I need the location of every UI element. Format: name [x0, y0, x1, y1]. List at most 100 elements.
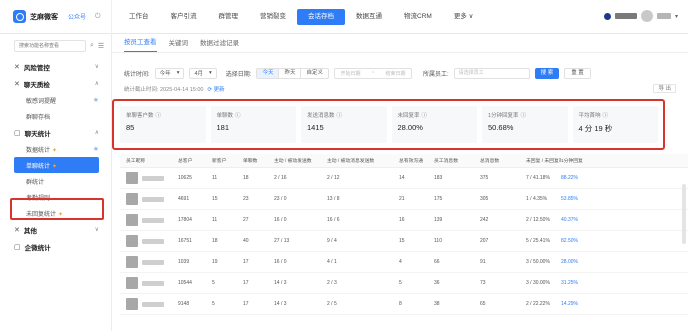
- chevron-down-icon[interactable]: ▾: [675, 13, 678, 20]
- chevron-up-icon[interactable]: ∧: [95, 129, 99, 136]
- info-icon[interactable]: ⓘ: [521, 111, 527, 119]
- date-segment-1[interactable]: 昨天: [279, 68, 302, 78]
- time-unit-select[interactable]: 今年 ▾: [154, 67, 185, 79]
- sidebar-item-2-2[interactable]: 群统计: [0, 173, 111, 189]
- employee-name: [142, 217, 164, 223]
- nav-item-2[interactable]: 群管理: [208, 9, 250, 25]
- search-button[interactable]: 搜 索: [534, 67, 560, 79]
- table-row[interactable]: 16751 18 40 27 / 13 9 / 4 15 110 207 5 / 25.41% 8…: [120, 231, 688, 252]
- table-cell: 4691: [178, 196, 190, 202]
- table-cell: 8: [399, 301, 402, 307]
- table-cell: 15: [212, 196, 218, 202]
- table-row[interactable]: 10625 11 18 2 / 16 2 / 12 14 183 375 7 / 41.18% 8…: [120, 168, 688, 189]
- table-cell: 23 / 0: [274, 196, 287, 202]
- sidebar-group-2[interactable]: ▢ 聊天统计 ∧: [0, 124, 111, 141]
- stat-label-text: 平均首响: [578, 113, 601, 119]
- account-switch[interactable]: 公众号: [68, 12, 86, 21]
- sidebar-item-1-1[interactable]: 群聊存档: [0, 108, 111, 124]
- table-cell: 3 / 30.00%: [526, 280, 550, 286]
- table-row[interactable]: 4691 15 23 23 / 0 13 / 8 21 175 305 1 / 4.35% 53.…: [120, 189, 688, 210]
- table-cell: 1039: [178, 259, 190, 265]
- nav-item-7[interactable]: 更多 ∨: [443, 9, 485, 25]
- tab-0[interactable]: 按员工查看: [124, 36, 157, 52]
- info-icon[interactable]: ⓘ: [235, 111, 241, 119]
- table-row[interactable]: 9148 5 17 14 / 3 2 / 5 8 38 65 2 / 22.22% 14.29%: [120, 294, 688, 315]
- employee-cell: [120, 172, 178, 184]
- avatar[interactable]: [640, 10, 653, 22]
- chevron-down-icon[interactable]: ∨: [95, 63, 99, 70]
- nav-item-1[interactable]: 客户引流: [160, 9, 208, 25]
- chevron-up-icon[interactable]: ∧: [95, 80, 99, 87]
- staff-select[interactable]: 请选择员工: [453, 67, 530, 79]
- info-icon[interactable]: ⓘ: [603, 111, 609, 119]
- nav-item-4[interactable]: 会话存档: [297, 8, 345, 25]
- nav-item-3[interactable]: 营销裂变: [249, 9, 297, 25]
- sidebar-item-2-0[interactable]: 数据统计 ✦ ★: [0, 141, 111, 157]
- sidebar-group-0[interactable]: ✕ 风险管控 ∨: [0, 58, 111, 75]
- column-header[interactable]: 员工昵称: [120, 157, 178, 164]
- info-icon[interactable]: ⓘ: [156, 111, 162, 119]
- sidebar-group-1[interactable]: ✕ 聊天质检 ∧: [0, 75, 111, 92]
- power-icon[interactable]: ⏻: [95, 13, 101, 21]
- date-segment-0[interactable]: 今天: [257, 68, 280, 78]
- sidebar-group-4[interactable]: ▢ 企微统计: [0, 238, 111, 255]
- table-cell: 88.22%: [561, 175, 578, 181]
- date-segment-2[interactable]: 自定义: [301, 69, 328, 78]
- date-range-picker[interactable]: 开始日期 ~ 结束日期: [334, 67, 412, 79]
- reset-button[interactable]: 重 置: [564, 67, 591, 79]
- stat-value: 1415: [307, 123, 324, 132]
- stat-value: 4 分 19 秒: [578, 124, 613, 133]
- stat-card: 发送消息数 ⓘ 1415: [301, 106, 387, 143]
- chevron-down-icon[interactable]: ∨: [95, 226, 99, 233]
- column-header[interactable]: 员工消息数: [434, 157, 480, 164]
- info-icon[interactable]: ⓘ: [422, 111, 428, 119]
- sidebar: ⌕ ☰ ✕风险管控∨✕聊天质检∧ 敏感词提醒 ★ 群聊存档▢聊天统计∧ 数据统计✦ ★ 单聊…: [0, 34, 112, 331]
- table-cell: 11: [212, 217, 218, 223]
- column-header[interactable]: 总有效沟通: [399, 157, 434, 164]
- table-cell: 11: [212, 175, 218, 181]
- nav-item-6[interactable]: 物流CRM: [393, 9, 443, 25]
- month-select[interactable]: 4月 ▾: [189, 67, 217, 79]
- search-icon[interactable]: ⌕: [90, 42, 94, 50]
- column-header[interactable]: 总客户: [178, 157, 212, 164]
- table-cell: 14 / 3: [274, 280, 287, 286]
- user-area[interactable]: ▾: [603, 10, 678, 22]
- tab-1[interactable]: 关键词: [169, 37, 189, 52]
- star-icon[interactable]: ★: [93, 145, 99, 153]
- table-row[interactable]: 10544 5 17 14 / 3 2 / 3 5 36 73 3 / 30.00% 31.25%: [120, 273, 688, 294]
- nav-item-0[interactable]: 工作台: [118, 9, 160, 25]
- sidebar-item-label: 数据统计 ✦: [26, 145, 57, 154]
- brand-name: 芝麻微客: [30, 13, 58, 21]
- sidebar-item-1-0[interactable]: 敏感词提醒 ★: [0, 92, 111, 108]
- sidebar-item-text: 敏感词提醒: [26, 98, 57, 105]
- sidebar-search-input[interactable]: [14, 40, 86, 52]
- table-cell: 40: [243, 238, 249, 244]
- table-row[interactable]: 17804 11 27 16 / 0 16 / 6 16 139 242 2 / 12.50% 4…: [120, 210, 688, 231]
- column-header[interactable]: 新客户: [212, 157, 243, 164]
- table-cell: 31.25%: [561, 280, 578, 286]
- chat-check-icon: ✕: [14, 80, 20, 88]
- table-cell: 40.37%: [561, 217, 578, 223]
- export-button[interactable]: 导 出: [653, 84, 676, 93]
- scrollbar[interactable]: [682, 184, 686, 244]
- column-header[interactable]: 单聊数: [243, 157, 274, 164]
- star-icon[interactable]: ★: [93, 96, 99, 104]
- employee-avatar: [126, 235, 138, 247]
- column-header[interactable]: 主动 / 被动发送数: [274, 157, 327, 164]
- column-header[interactable]: 未回复 / 未回复率: [526, 157, 561, 164]
- stat-value: 181: [216, 123, 230, 132]
- table-cell: 9 / 4: [327, 238, 337, 244]
- refresh-button[interactable]: ⟳ 更新: [207, 85, 224, 93]
- tab-2[interactable]: 数据过滤记录: [200, 37, 239, 52]
- nav-item-5[interactable]: 数据互通: [345, 9, 393, 25]
- column-header[interactable]: 总消息数: [480, 157, 526, 164]
- info-icon[interactable]: ⓘ: [337, 111, 343, 119]
- table-row[interactable]: 1039 19 17 16 / 0 4 / 1 4 66 91 3 / 50.00% 28.00%: [120, 252, 688, 273]
- collapse-icon[interactable]: ☰: [98, 42, 104, 50]
- sidebar-item-2-1[interactable]: 单聊统计 ✦: [14, 157, 99, 173]
- column-header[interactable]: 1分钟回复: [561, 157, 630, 164]
- stat-label: 发送消息数 ⓘ: [307, 111, 381, 119]
- column-header[interactable]: 主动 / 被动消息发送数: [327, 157, 399, 164]
- table-cell: 207: [480, 238, 489, 244]
- sidebar-group-3[interactable]: ✕ 其他 ∨: [0, 221, 111, 238]
